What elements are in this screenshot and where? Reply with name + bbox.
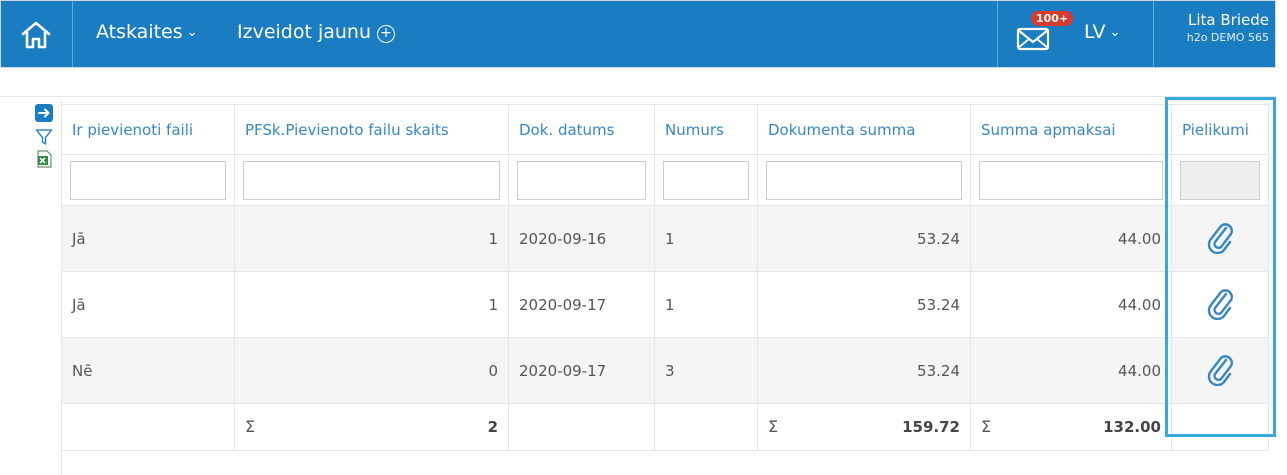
- total-value-summa-apmaksai: 132.00: [1103, 418, 1161, 436]
- column-header-numurs[interactable]: Numurs: [654, 104, 758, 155]
- total-cell-empty: [508, 403, 655, 451]
- cell-dok-datums: 2020-09-16: [508, 205, 655, 272]
- cell-failu-skaits: 1: [234, 205, 509, 272]
- cell-summa-apmaksai: 44.00: [970, 205, 1172, 272]
- totals-row: Σ 2 Σ 159.72 Σ 132.00: [61, 403, 1269, 451]
- total-cell-dokumenta-summa: Σ 159.72: [757, 403, 971, 451]
- table-row[interactable]: Jā 1 2020-09-17 1 53.24 44.00: [61, 271, 1269, 338]
- column-header-pievienoto-failu-skaits[interactable]: PFSk.Pievienoto failu skaits: [234, 104, 509, 155]
- filter-input-summa-apmaksai[interactable]: [979, 160, 1163, 200]
- excel-export-icon[interactable]: [35, 150, 53, 168]
- filter-input-numurs[interactable]: [663, 160, 749, 200]
- cell-ir-pievienoti-faili: Jā: [61, 271, 235, 338]
- total-cell-summa-apmaksai: Σ 132.00: [970, 403, 1172, 451]
- filter-input-pielikumi: [1180, 160, 1260, 200]
- total-cell-empty: [1171, 403, 1269, 451]
- chevron-down-icon: ⌄: [1109, 25, 1121, 40]
- sum-icon: Σ: [245, 417, 256, 436]
- cell-numurs: 1: [654, 205, 758, 272]
- total-value-dokumenta-summa: 159.72: [902, 418, 960, 436]
- filter-icon[interactable]: [35, 128, 53, 146]
- column-header-dok-datums[interactable]: Dok. datums: [508, 104, 655, 155]
- arrow-right-icon[interactable]: [35, 104, 53, 122]
- table-row[interactable]: Nē 0 2020-09-17 3 53.24 44.00: [61, 337, 1269, 404]
- sum-icon: Σ: [981, 417, 992, 436]
- nav-izveidot-label: Izveidot jaunu: [237, 21, 372, 43]
- chevron-down-icon: ⌄: [186, 25, 198, 40]
- total-cell-empty: [654, 403, 758, 451]
- nav-divider: [997, 1, 998, 67]
- filter-input-ir-pievienoti-faili[interactable]: [70, 160, 226, 200]
- cell-pielikumi: [1171, 337, 1269, 404]
- nav-atskaites[interactable]: Atskaites ⌄: [96, 21, 198, 43]
- language-selector[interactable]: LV ⌄: [1084, 21, 1120, 43]
- cell-ir-pievienoti-faili: Jā: [61, 205, 235, 272]
- filter-input-dokumenta-summa[interactable]: [766, 160, 962, 200]
- column-header-summa-apmaksai[interactable]: Summa apmaksai: [970, 104, 1172, 155]
- column-header-dokumenta-summa[interactable]: Dokumenta summa: [757, 104, 971, 155]
- content-top-band: [0, 68, 1276, 97]
- nav-atskaites-label: Atskaites: [96, 21, 183, 43]
- home-icon[interactable]: [19, 19, 53, 51]
- total-cell-failu-skaits: Σ 2: [234, 403, 509, 451]
- language-label: LV: [1084, 21, 1106, 43]
- cell-numurs: 1: [654, 271, 758, 338]
- cell-failu-skaits: 0: [234, 337, 509, 404]
- filter-input-dok-datums[interactable]: [517, 160, 646, 200]
- nav-divider: [72, 1, 73, 67]
- cell-failu-skaits: 1: [234, 271, 509, 338]
- cell-pielikumi: [1171, 205, 1269, 272]
- cell-ir-pievienoti-faili: Nē: [61, 337, 235, 404]
- cell-numurs: 3: [654, 337, 758, 404]
- paperclip-icon[interactable]: [1205, 352, 1235, 386]
- paperclip-icon[interactable]: [1205, 286, 1235, 320]
- column-header-ir-pievienoti-faili[interactable]: Ir pievienoti faili: [61, 104, 235, 155]
- notification-badge: 100+: [1031, 11, 1074, 26]
- table-row[interactable]: Jā 1 2020-09-16 1 53.24 44.00: [61, 205, 1269, 272]
- nav-divider: [1153, 1, 1154, 67]
- user-menu[interactable]: Lita Briede h2o DEMO 565: [1169, 11, 1269, 44]
- plus-circle-icon: +: [377, 25, 396, 43]
- column-header-pielikumi[interactable]: Pielikumi: [1171, 104, 1269, 155]
- nav-izveidot-jaunu[interactable]: Izveidot jaunu +: [237, 21, 396, 43]
- cell-dok-datums: 2020-09-17: [508, 271, 655, 338]
- user-name: Lita Briede: [1188, 11, 1269, 29]
- documents-table: Ir pievienoti faili PFSk.Pievienoto fail…: [61, 104, 1269, 451]
- total-value-failu-skaits: 2: [487, 418, 498, 436]
- cell-summa-apmaksai: 44.00: [970, 337, 1172, 404]
- user-org: h2o DEMO 565: [1186, 31, 1269, 44]
- cell-dokumenta-summa: 53.24: [757, 205, 971, 272]
- paperclip-icon[interactable]: [1205, 220, 1235, 254]
- cell-dokumenta-summa: 53.24: [757, 271, 971, 338]
- cell-pielikumi: [1171, 271, 1269, 338]
- cell-summa-apmaksai: 44.00: [970, 271, 1172, 338]
- total-cell-empty: [61, 403, 235, 451]
- filter-input-pievienoto-failu-skaits[interactable]: [243, 160, 500, 200]
- cell-dok-datums: 2020-09-17: [508, 337, 655, 404]
- cell-dokumenta-summa: 53.24: [757, 337, 971, 404]
- top-navigation-bar: Atskaites ⌄ Izveidot jaunu + 100+ LV ⌄ Lita…: [0, 0, 1276, 68]
- filter-row: [61, 154, 1269, 206]
- table-header-row: Ir pievienoti faili PFSk.Pievienoto fail…: [61, 104, 1269, 155]
- sum-icon: Σ: [768, 417, 779, 436]
